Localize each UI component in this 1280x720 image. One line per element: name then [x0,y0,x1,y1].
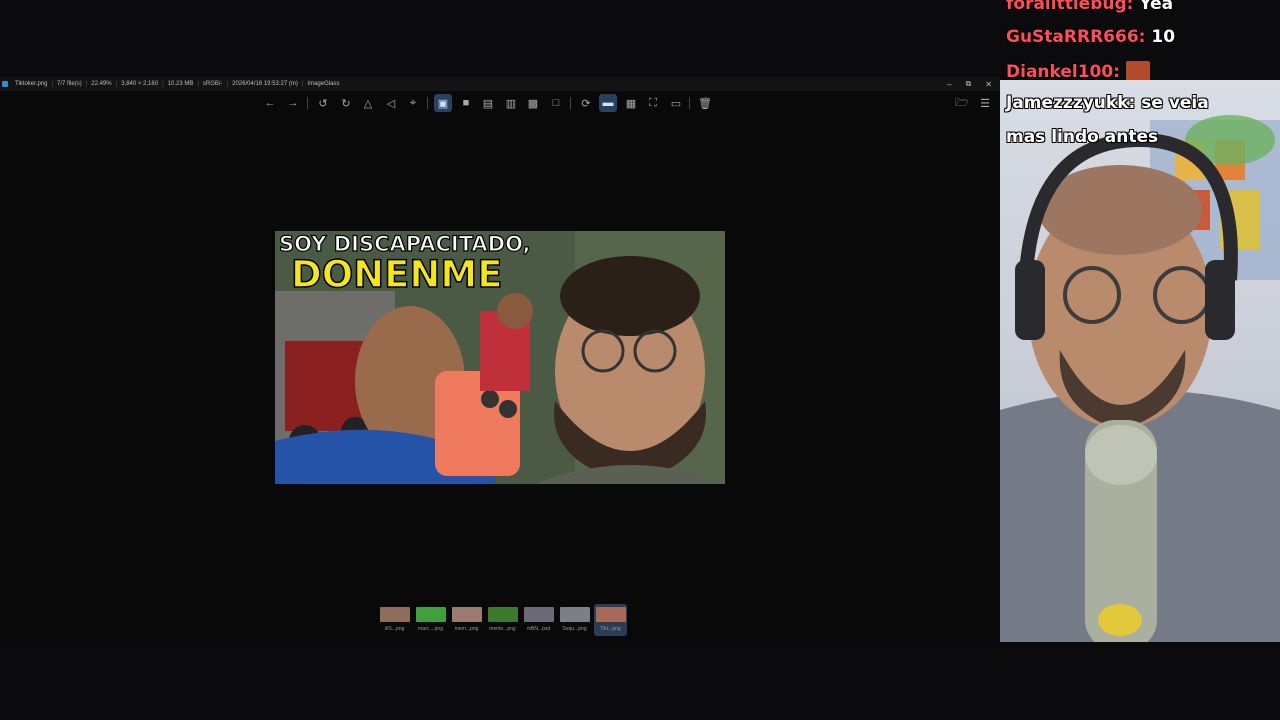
thumbnail-bar-icon[interactable]: ▬ [599,94,617,112]
rotate-right-icon[interactable]: ↻ [337,94,355,112]
title-bar: Tiktoker.png | 7/7 file(s) | 22.49% | 3,840… [0,77,1000,91]
thumbnail-preview [523,607,554,622]
image-viewer-window: Tiktoker.png | 7/7 file(s) | 22.49% | 3,840… [0,77,1000,642]
chat-username: Diankel100: [1006,62,1121,82]
flip-horizontal-icon[interactable]: △ [359,94,377,112]
chat-text: Yea [1139,0,1174,14]
toolbar: ← → ↺ ↻ △ ◁ ⌖ ▣ ■ ▤ ▥ ▩ □ ⟳ ▬ ▦ ⛶ ▭ 🗑 🗁 … [0,91,1000,115]
thumbnail-label: Tikt...png [600,626,621,632]
arrow-right-icon[interactable]: → [284,94,302,112]
chat-text: se veia [1141,93,1209,113]
checkerboard-icon[interactable]: ▦ [622,94,640,112]
title-dimensions: 3,840 × 2,160 [121,81,159,87]
thumbnail-item[interactable]: mem...png [450,604,483,636]
chat-username: GuStaRRR666: [1006,27,1146,47]
chat-message: Jamezzzyukk: se veia [1006,93,1209,113]
actual-size-icon[interactable]: □ [547,94,565,112]
thumbnail-label: mBN...psd [526,626,551,632]
flip-vertical-icon[interactable]: ◁ [382,94,400,112]
thumbnail-item[interactable]: mBN...psd [522,604,555,636]
thumbnail-label: meme...png [489,626,516,632]
minimize-button[interactable]: – [947,80,951,89]
thumbnail-label: dlS...png [384,626,405,632]
thumbnail-label: Sequ...png [562,626,587,632]
webcam-feed [1000,80,1280,642]
restore-button[interactable]: ⧉ [966,79,972,89]
thumbnail-item[interactable]: dlS...png [378,604,411,636]
app-icon [2,81,8,87]
chat-message: mas lindo antes [1006,127,1158,147]
fit-width-icon[interactable]: ▤ [479,94,497,112]
chat-message: GuStaRRR666: 10 [1006,27,1175,47]
thumbnail-preview [379,607,410,622]
thumbnail-item[interactable]: marc....png [414,604,447,636]
thumbnail-bar: dlS...png marc....png mem...png meme...p… [378,604,627,636]
thumbnail-label: mem...png [454,626,479,632]
fill-icon[interactable]: ▩ [524,94,542,112]
refresh-icon[interactable]: ⟳ [577,94,595,112]
thumbnail-preview [451,607,482,622]
title-colorspace: sRGB/- [202,81,223,87]
chat-username: forallttlebug: [1006,0,1134,14]
thumbnail-label: marc....png [417,626,443,632]
rotate-left-icon[interactable]: ↺ [314,94,332,112]
chat-username: Jamezzzyukk: [1006,93,1136,113]
displayed-image[interactable]: SOY DISCAPACITADO, DONENME [275,231,725,484]
headline-line-2: DONENME [291,253,502,296]
crop-icon[interactable]: ⌖ [404,94,422,112]
thumbnail-item[interactable]: meme...png [486,604,519,636]
thumbnail-item-active[interactable]: Tikt...png [594,604,627,636]
webcam-illustration [1000,115,1280,642]
chat-text: 10 [1151,27,1176,47]
slideshow-icon[interactable]: ▭ [667,94,685,112]
title-zoom: 22.49% [91,81,112,87]
fullscreen-icon[interactable]: ⛶ [644,94,662,112]
title-file-count: 7/7 file(s) [57,81,82,87]
chat-message: forallttlebug: Yea [1006,0,1173,14]
title-datetime: 2026/04/16 19:53:27 (m) [232,81,298,87]
thumbnail-preview [487,607,518,622]
title-filename: Tiktoker.png [15,81,48,87]
menu-icon[interactable]: ☰ [976,94,994,112]
title-filesize: 10.23 MB [167,81,194,87]
close-button[interactable]: ✕ [985,80,992,89]
open-folder-icon[interactable]: 🗁 [953,94,971,112]
zoom-fit-icon[interactable]: ▣ [434,94,452,112]
lock-zoom-icon[interactable]: ■ [457,94,475,112]
delete-icon[interactable]: 🗑 [696,94,714,112]
thumbnail-preview [415,607,446,622]
fit-height-icon[interactable]: ▥ [502,94,520,112]
thumbnail-preview [559,607,590,622]
thumbnail-illustration: SOY DISCAPACITADO, DONENME [275,231,725,484]
thumbnail-preview [595,607,626,622]
arrow-left-icon[interactable]: ← [261,94,279,112]
thumbnail-item[interactable]: Sequ...png [558,604,591,636]
chat-text: mas lindo antes [1006,127,1159,147]
title-app-name: ImageGlass [307,81,340,87]
